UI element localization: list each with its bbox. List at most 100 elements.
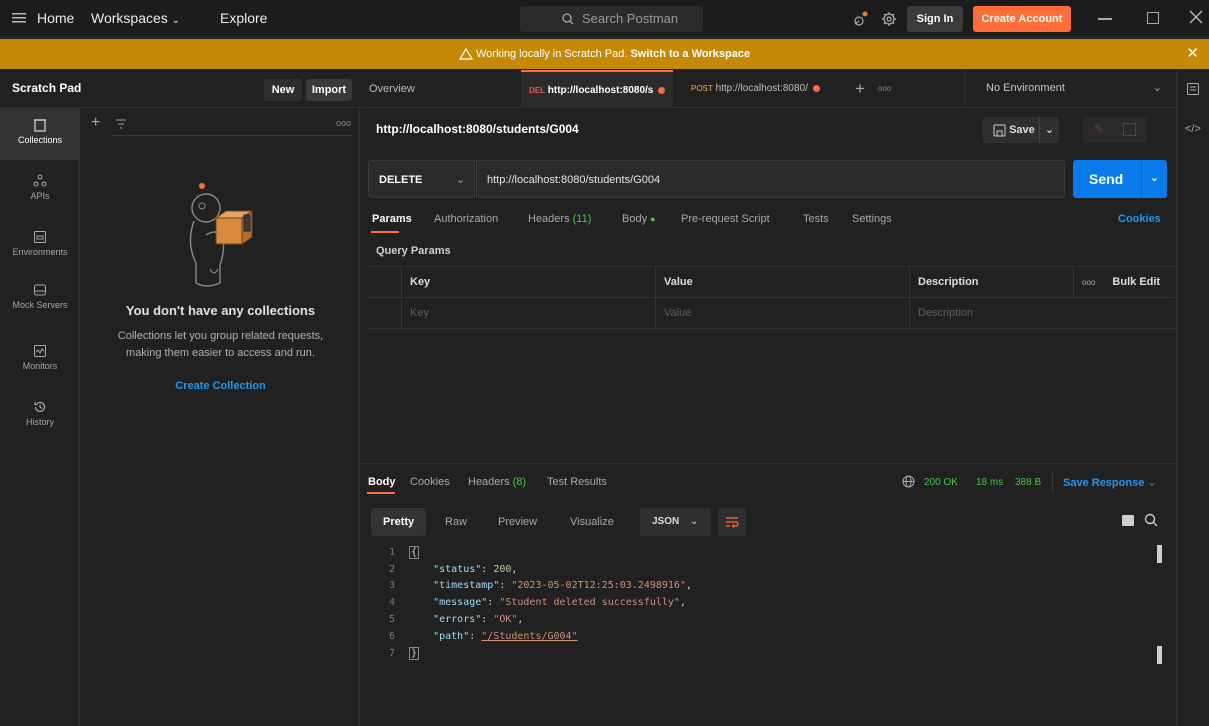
chevron-down-icon[interactable]: ⌄ bbox=[1141, 160, 1167, 198]
nav-explore[interactable]: Explore bbox=[220, 10, 267, 26]
save-icon bbox=[993, 124, 1006, 137]
tab-delete-request[interactable]: DEL http://localhost:8080/s bbox=[521, 70, 673, 108]
save-response-button[interactable]: Save Response ⌄ bbox=[1063, 476, 1157, 489]
active-tab-underline bbox=[367, 492, 395, 494]
sidebar-item-mock-servers[interactable]: Mock Servers bbox=[0, 283, 80, 310]
nav-home[interactable]: Home bbox=[37, 10, 74, 26]
query-params-table: Key Value Description ooo Bulk Edit Key … bbox=[368, 266, 1175, 329]
more-options-icon[interactable]: ooo bbox=[1082, 278, 1095, 287]
chevron-down-icon[interactable]: ⌄ bbox=[1039, 117, 1059, 143]
mock-servers-icon bbox=[34, 284, 46, 296]
table-header-description: Description bbox=[910, 267, 1074, 298]
chevron-down-icon: ⌄ bbox=[1152, 82, 1162, 94]
maximize-icon[interactable] bbox=[1147, 12, 1159, 24]
gear-icon[interactable] bbox=[881, 11, 897, 27]
send-button[interactable]: Send ⌄ bbox=[1073, 160, 1167, 198]
wrap-lines-button[interactable] bbox=[718, 508, 746, 536]
environment-quicklook-icon[interactable] bbox=[1186, 82, 1200, 96]
new-tab-icon[interactable]: + bbox=[855, 79, 865, 99]
banner-text: Working locally in Scratch Pad. bbox=[475, 48, 628, 60]
response-divider[interactable] bbox=[361, 463, 1176, 464]
method-select[interactable]: DELETE ⌄ bbox=[368, 160, 475, 198]
empty-state-desc-1: Collections let you group related reques… bbox=[117, 330, 324, 342]
bulk-edit-button[interactable]: Bulk Edit bbox=[1112, 276, 1160, 288]
tab-authorization[interactable]: Authorization bbox=[434, 213, 498, 225]
right-rail: </> bbox=[1176, 70, 1209, 726]
save-button[interactable]: Save ⌄ bbox=[983, 117, 1059, 143]
copy-icon[interactable] bbox=[1122, 515, 1134, 526]
tab-tests[interactable]: Tests bbox=[803, 213, 829, 225]
create-account-button[interactable]: Create Account bbox=[973, 6, 1071, 32]
monitors-icon bbox=[34, 345, 46, 357]
request-title: http://localhost:8080/students/G004 bbox=[376, 122, 579, 136]
empty-state-desc-2: making them easier to access and run. bbox=[126, 347, 315, 359]
switch-workspace-link[interactable]: Switch to a Workspace bbox=[630, 48, 750, 60]
sidebar-rail: Collections APIs Environments Mock Serve… bbox=[0, 108, 80, 726]
param-value-input[interactable]: Value bbox=[656, 298, 910, 329]
chevron-down-icon: ⌄ bbox=[456, 174, 466, 186]
new-button[interactable]: New bbox=[264, 79, 302, 101]
code-icon[interactable]: </> bbox=[1185, 123, 1201, 135]
import-button[interactable]: Import bbox=[306, 79, 352, 101]
docs-icon[interactable] bbox=[1123, 123, 1136, 136]
apis-icon bbox=[33, 174, 47, 187]
search-icon[interactable] bbox=[1144, 513, 1158, 527]
pencil-icon[interactable]: ✎ bbox=[1094, 122, 1104, 136]
more-options-icon[interactable]: ooo bbox=[336, 118, 351, 128]
nav-workspaces[interactable]: Workspaces ⌄ bbox=[91, 10, 180, 26]
create-collection-link[interactable]: Create Collection bbox=[81, 380, 360, 392]
response-tab-body[interactable]: Body bbox=[368, 476, 396, 488]
view-preview[interactable]: Preview bbox=[486, 508, 549, 536]
sidebar-item-collections[interactable]: Collections bbox=[0, 118, 80, 145]
response-tab-headers[interactable]: Headers (8) bbox=[468, 476, 526, 488]
sidebar-item-history[interactable]: History bbox=[0, 400, 80, 427]
code-line: 6 "path": "/Students/G004" bbox=[388, 631, 578, 642]
globe-icon[interactable] bbox=[902, 475, 915, 488]
tab-settings[interactable]: Settings bbox=[852, 213, 892, 225]
sidebar-title: Scratch Pad bbox=[12, 81, 82, 95]
close-icon[interactable] bbox=[1188, 9, 1204, 25]
environment-select[interactable]: No Environment ⌄ bbox=[965, 70, 1176, 108]
sidebar-header: Scratch Pad New Import bbox=[0, 70, 360, 108]
tab-params[interactable]: Params bbox=[372, 213, 412, 225]
tab-headers[interactable]: Headers (11) bbox=[528, 213, 591, 225]
status-badge[interactable]: 200 OK bbox=[924, 477, 958, 488]
cookies-link[interactable]: Cookies bbox=[1118, 213, 1161, 225]
response-tab-test-results[interactable]: Test Results bbox=[547, 476, 607, 488]
minimize-icon[interactable] bbox=[1098, 18, 1112, 20]
banner-close-icon[interactable]: ✕ bbox=[1186, 39, 1199, 69]
tab-options-icon[interactable]: ooo bbox=[878, 84, 891, 93]
menu-icon[interactable] bbox=[12, 12, 26, 24]
warning-icon bbox=[458, 48, 473, 60]
param-key-input[interactable]: Key bbox=[402, 298, 656, 329]
query-params-label: Query Params bbox=[376, 245, 451, 257]
response-time[interactable]: 18 ms bbox=[976, 477, 1003, 488]
satellite-icon[interactable] bbox=[851, 10, 869, 28]
environments-icon bbox=[34, 231, 46, 243]
param-description-input[interactable]: Description bbox=[910, 298, 1175, 329]
format-select[interactable]: JSON ⌄ bbox=[640, 508, 711, 536]
tab-body[interactable]: Body ● bbox=[622, 213, 656, 225]
tab-post-request[interactable]: POST http://localhost:8080/ bbox=[681, 70, 839, 108]
add-collection-icon[interactable]: + bbox=[91, 114, 100, 132]
code-line: 2 "status": 200, bbox=[388, 564, 518, 575]
request-title-row: http://localhost:8080/students/G004 Save… bbox=[361, 108, 1176, 152]
sidebar-item-environments[interactable]: Environments bbox=[0, 230, 80, 257]
filter-input[interactable]: ooo bbox=[111, 116, 351, 136]
sidebar-item-apis[interactable]: APIs bbox=[0, 174, 80, 201]
history-icon bbox=[34, 401, 46, 413]
sign-in-button[interactable]: Sign In bbox=[907, 6, 963, 32]
response-tab-cookies[interactable]: Cookies bbox=[410, 476, 450, 488]
search-input[interactable]: Search Postman bbox=[520, 6, 703, 32]
tab-prerequest-script[interactable]: Pre-request Script bbox=[681, 213, 770, 225]
sidebar-item-monitors[interactable]: Monitors bbox=[0, 344, 80, 371]
scrollbar-mark[interactable] bbox=[1157, 646, 1162, 664]
scrollbar-mark[interactable] bbox=[1157, 545, 1162, 563]
url-input[interactable]: http://localhost:8080/students/G004 bbox=[476, 160, 1065, 198]
view-pretty[interactable]: Pretty bbox=[371, 508, 427, 536]
response-size[interactable]: 388 B bbox=[1015, 477, 1041, 488]
tab-overview[interactable]: Overview bbox=[369, 70, 429, 108]
view-visualize[interactable]: Visualize bbox=[558, 508, 626, 536]
path-link[interactable]: "/Students/G004" bbox=[481, 631, 577, 642]
view-raw[interactable]: Raw bbox=[433, 508, 479, 536]
